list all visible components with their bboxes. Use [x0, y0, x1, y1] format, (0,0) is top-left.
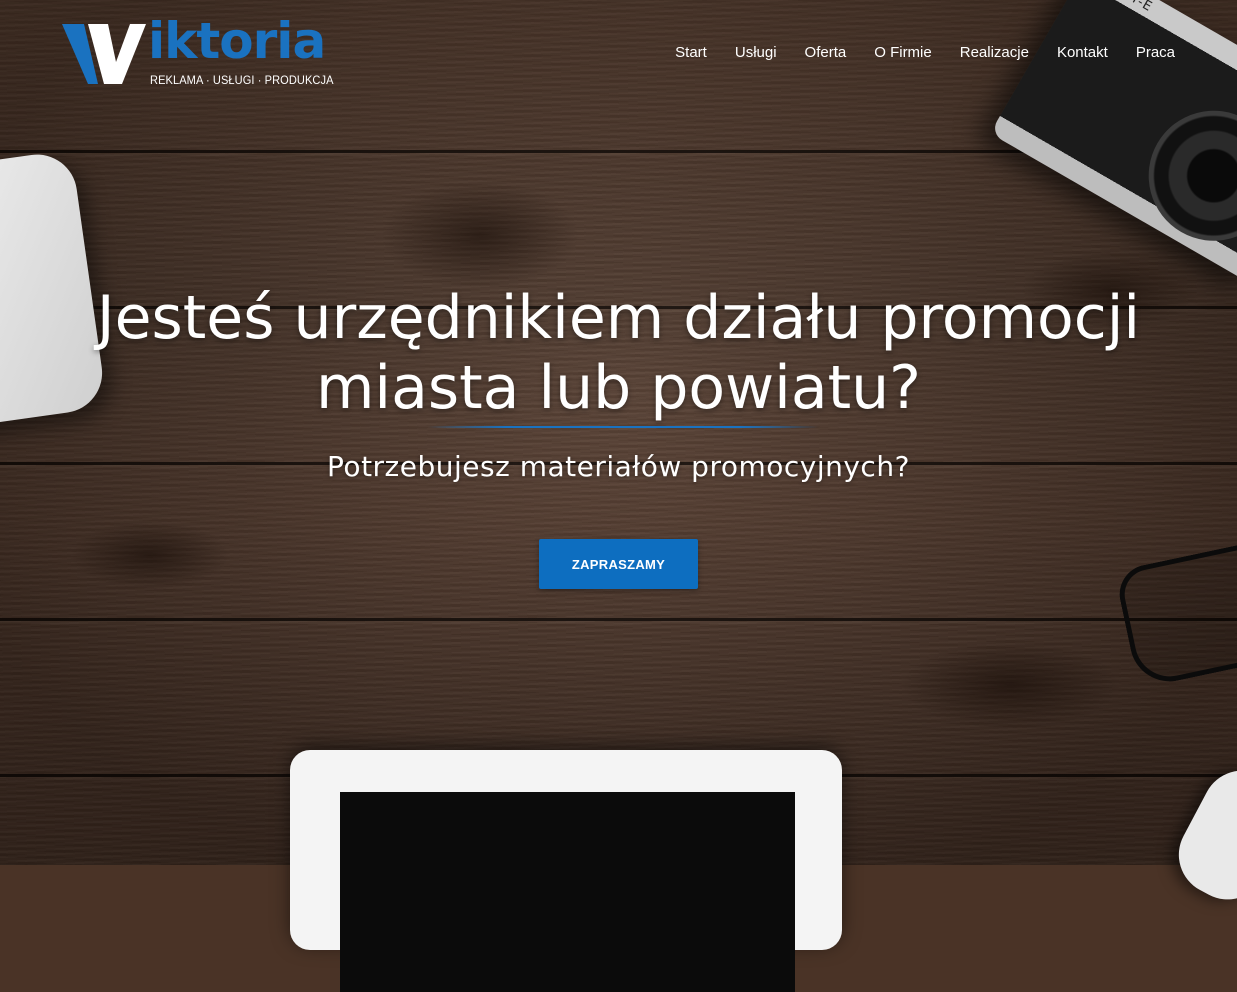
nav-item-uslugi[interactable]: Usługi	[735, 44, 777, 61]
main-nav: Start Usługi Oferta O Firmie Realizacje …	[675, 44, 1175, 61]
tablet-image	[290, 750, 842, 992]
hero-subtitle: Potrzebujesz materiałów promocyjnych?	[327, 450, 910, 483]
logo-wordmark: iktoria	[148, 12, 326, 70]
wood-knot	[70, 520, 230, 590]
logo-v-icon	[62, 24, 146, 84]
nav-item-start[interactable]: Start	[675, 44, 707, 61]
wood-knot	[380, 180, 580, 290]
nav-item-praca[interactable]: Praca	[1136, 44, 1175, 61]
camera-label: ZENIT-E	[1098, 0, 1155, 15]
nav-item-realizacje[interactable]: Realizacje	[960, 44, 1029, 61]
cta-zapraszamy-button[interactable]: ZAPRASZAMY	[539, 539, 698, 589]
nav-item-oferta[interactable]: Oferta	[805, 44, 847, 61]
hero-title-line-1: Jesteś urzędnikiem działu promocji	[96, 283, 1141, 353]
site-logo[interactable]: iktoria REKLAMA · USŁUGI · PRODUKCJA	[60, 16, 333, 92]
hero-divider	[428, 426, 818, 428]
nav-item-kontakt[interactable]: Kontakt	[1057, 44, 1108, 61]
wood-knot	[900, 640, 1120, 730]
hero-title: Jesteś urzędnikiem działu promocji miast…	[0, 283, 1237, 423]
nav-item-o-firmie[interactable]: O Firmie	[874, 44, 932, 61]
hero-title-line-2: miasta lub powiatu?	[315, 353, 922, 423]
logo-tagline: REKLAMA · USŁUGI · PRODUKCJA	[150, 73, 334, 87]
tablet-screen	[340, 792, 795, 992]
